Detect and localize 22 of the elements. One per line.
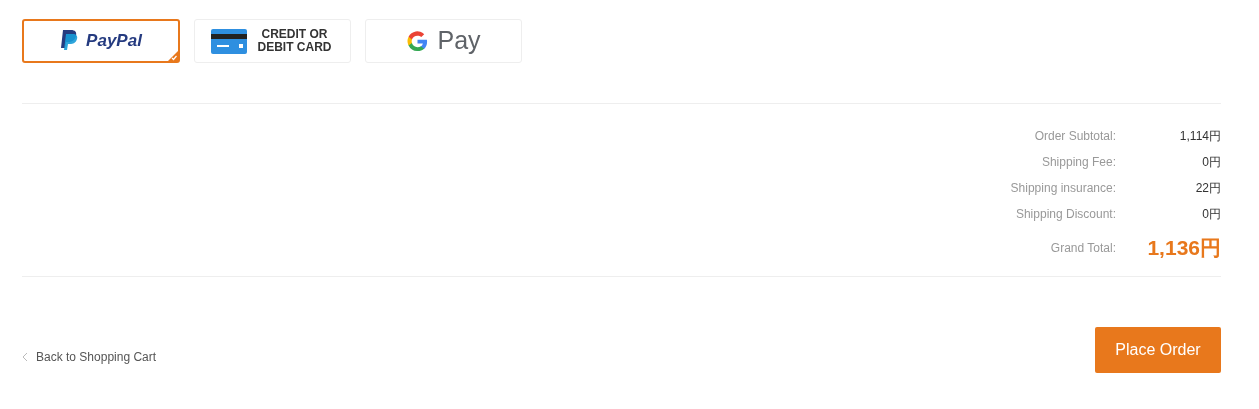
summary-label: Shipping Fee: <box>1040 154 1116 171</box>
paypal-wordmark: PayPal <box>86 30 142 53</box>
google-g-icon <box>406 29 430 53</box>
grand-total-value: 1,136円 <box>1146 235 1221 261</box>
check-corner-icon <box>168 51 178 61</box>
method-label: CREDIT OR DEBIT CARD <box>256 28 333 54</box>
payment-method-option[interactable]: PayPal <box>22 19 180 63</box>
grand-total-label: Grand Total: <box>1049 239 1116 257</box>
chevron-left-icon <box>22 351 28 362</box>
summary-value: 0円 <box>1201 154 1221 171</box>
summary-label: Shipping Discount: <box>1014 206 1116 223</box>
summary-label: Order Subtotal: <box>1033 128 1116 145</box>
summary-value: 1,114円 <box>1178 128 1221 145</box>
payment-method-option[interactable]: CREDIT OR DEBIT CARD <box>194 19 351 63</box>
payment-method-option[interactable]: Pay <box>365 19 522 63</box>
summary-label: Shipping insurance: <box>1009 180 1116 197</box>
summary-value: 22円 <box>1194 180 1221 197</box>
summary-value: 0円 <box>1201 206 1221 223</box>
credit-card-icon <box>210 28 247 54</box>
back-link[interactable]: Back to Shopping Cart <box>22 347 157 366</box>
gpay-wordmark: Pay <box>437 25 481 57</box>
paypal-logo-icon <box>60 30 79 52</box>
